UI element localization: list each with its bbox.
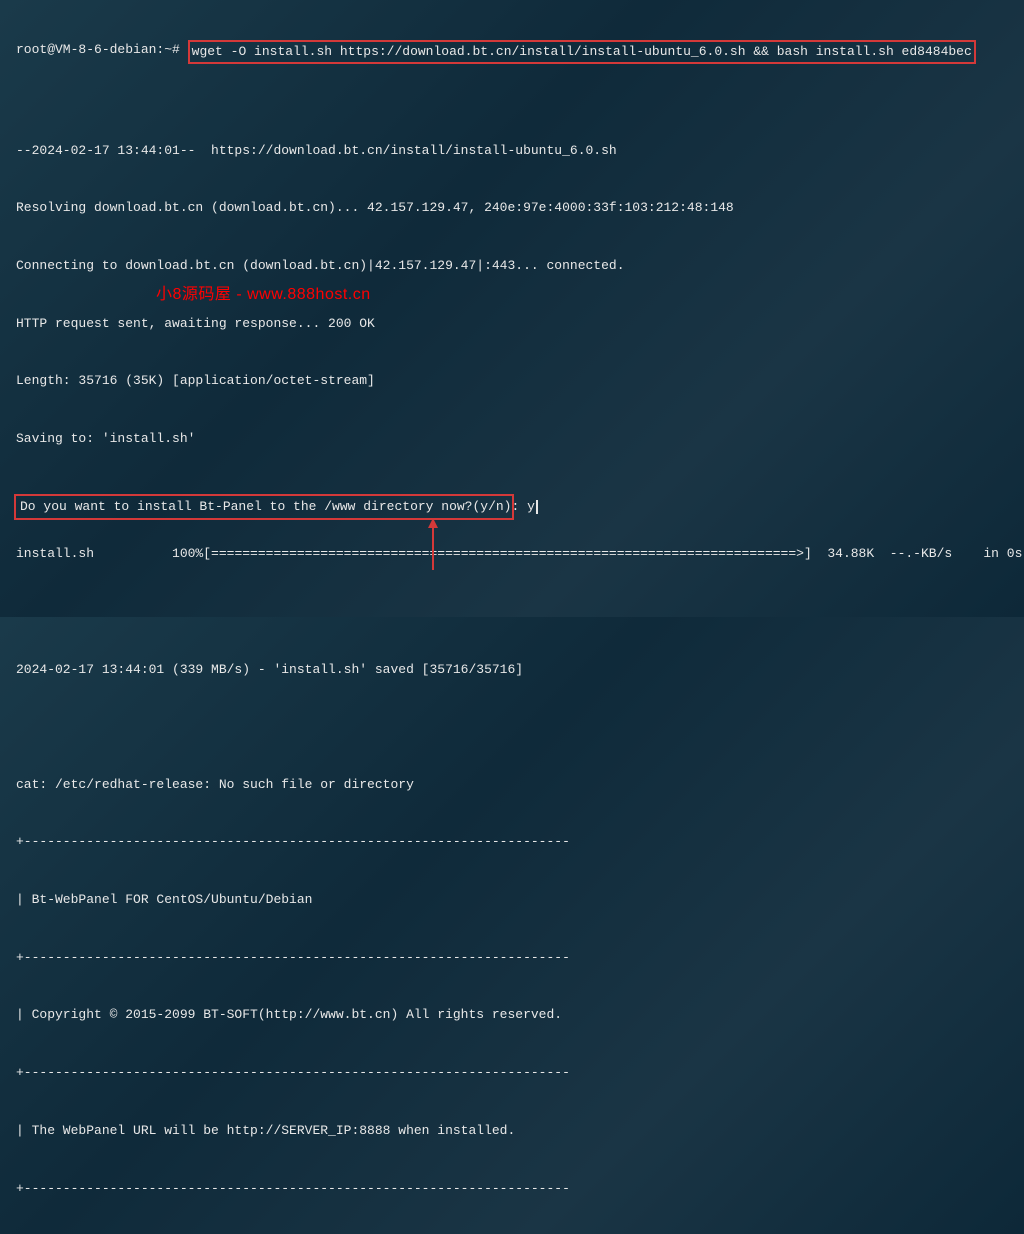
banner-line: | Bt-WebPanel FOR CentOS/Ubuntu/Debian — [16, 890, 1008, 909]
arrow-head-icon — [428, 518, 438, 528]
banner-line: | The WebPanel URL will be http://SERVER… — [16, 1121, 1008, 1140]
command-text: wget -O install.sh https://download.bt.c… — [192, 44, 972, 59]
output-line: Resolving download.bt.cn (download.bt.cn… — [16, 198, 1008, 217]
divider-line: +---------------------------------------… — [16, 948, 1008, 967]
output-line: 2024-02-17 13:44:01 (339 MB/s) - 'instal… — [16, 660, 1008, 679]
output-line: Saving to: 'install.sh' — [16, 429, 1008, 448]
output-line: cat: /etc/redhat-release: No such file o… — [16, 775, 1008, 794]
divider-line: +---------------------------------------… — [16, 832, 1008, 851]
install-prompt-box: Do you want to install Bt-Panel to the /… — [14, 494, 514, 520]
cursor-icon — [536, 500, 538, 514]
progress-stats: 34.88K --.-KB/s in 0s — [812, 544, 1023, 563]
progress-filename: install.sh — [16, 544, 172, 563]
wget-output: --2024-02-17 13:44:01-- https://download… — [16, 102, 1008, 1234]
banner-line: | Copyright © 2015-2099 BT-SOFT(http://w… — [16, 1005, 1008, 1024]
output-line: Length: 35716 (35K) [application/octet-s… — [16, 371, 1008, 390]
terminal-output[interactable]: root@VM-8-6-debian:~# wget -O install.sh… — [0, 2, 1024, 1234]
progress-percent: 100% — [172, 544, 203, 563]
output-line: --2024-02-17 13:44:01-- https://download… — [16, 141, 1008, 160]
divider-line: +---------------------------------------… — [16, 1179, 1008, 1198]
shell-prompt: root@VM-8-6-debian:~# — [16, 40, 188, 59]
install-answer[interactable]: y — [527, 497, 535, 516]
output-line: Connecting to download.bt.cn (download.b… — [16, 256, 1008, 275]
annotation-arrow — [432, 520, 434, 570]
command-highlight-box: wget -O install.sh https://download.bt.c… — [188, 40, 976, 63]
progress-line: install.sh 100%[========================… — [16, 544, 1008, 563]
watermark-text: 小8源码屋 - www.888host.cn — [156, 283, 371, 307]
output-line: HTTP request sent, awaiting response... … — [16, 314, 1008, 333]
install-prompt-text: Do you want to install Bt-Panel to the /… — [20, 497, 527, 516]
command-line: root@VM-8-6-debian:~# wget -O install.sh… — [16, 40, 1008, 63]
divider-line: +---------------------------------------… — [16, 1063, 1008, 1082]
progress-bar: [=======================================… — [203, 544, 812, 563]
